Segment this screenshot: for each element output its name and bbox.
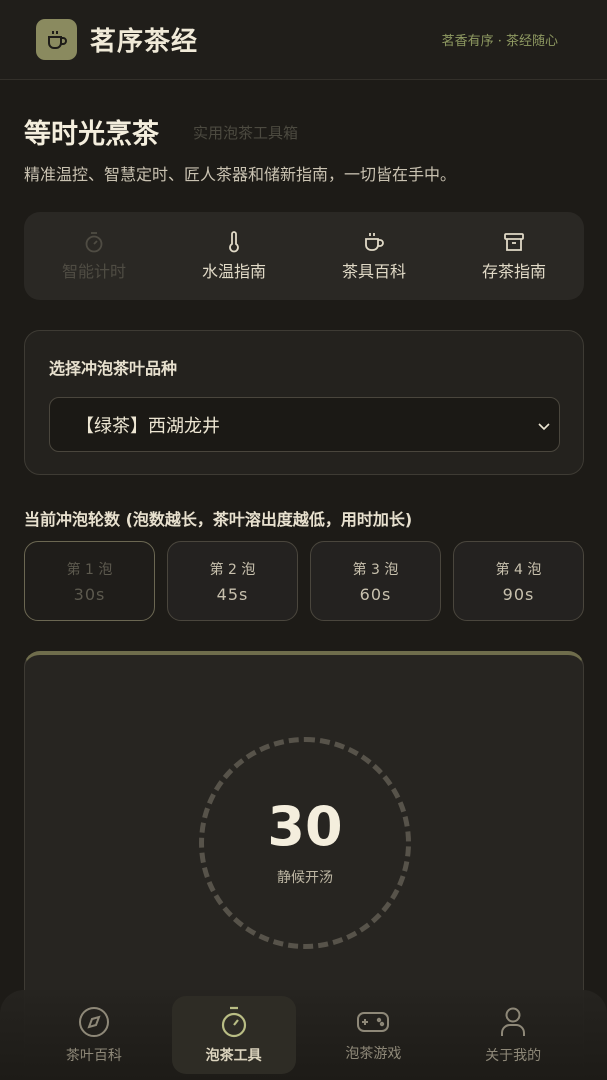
tab-smart-timer[interactable]: 智能计时 bbox=[24, 212, 164, 300]
tea-cup-icon bbox=[36, 19, 77, 60]
gamepad-icon bbox=[357, 1012, 390, 1032]
page-title: 等时光烹茶 bbox=[24, 119, 159, 150]
round-name: 第 2 泡 bbox=[209, 561, 256, 578]
brew-rounds: 第 1 泡 30s 第 2 泡 45s 第 3 泡 60s 第 4 泡 90s bbox=[24, 541, 584, 621]
tab-label: 茶具百科 bbox=[341, 261, 406, 281]
round-time: 90s bbox=[502, 584, 535, 604]
page-subtitle: 实用泡茶工具箱 bbox=[193, 124, 299, 142]
timer-status: 静候开汤 bbox=[277, 870, 333, 886]
nav-label: 泡茶工具 bbox=[205, 1048, 262, 1064]
app-header: 茗序茶经 茗香有序 · 茶经随心 bbox=[0, 0, 607, 80]
tab-water-temp[interactable]: 水温指南 bbox=[164, 212, 304, 300]
nav-label: 泡茶游戏 bbox=[345, 1046, 402, 1062]
tea-select-label: 选择冲泡茶叶品种 bbox=[49, 359, 178, 378]
tab-tea-storage[interactable]: 存茶指南 bbox=[444, 212, 584, 300]
nav-item-tea-encyclopedia[interactable]: 茶叶百科 bbox=[32, 996, 156, 1074]
nav-label: 关于我的 bbox=[485, 1048, 542, 1064]
compass-icon bbox=[78, 1007, 109, 1037]
tab-teaware[interactable]: 茶具百科 bbox=[304, 212, 444, 300]
chevron-down-icon bbox=[538, 423, 550, 431]
round-time: 60s bbox=[359, 584, 392, 604]
tab-label: 存茶指南 bbox=[481, 261, 546, 281]
tea-select-card: 选择冲泡茶叶品种 【绿茶】西湖龙井 bbox=[24, 330, 584, 475]
round-button-3[interactable]: 第 3 泡 60s bbox=[310, 541, 441, 621]
round-button-4[interactable]: 第 4 泡 90s bbox=[453, 541, 584, 621]
round-time: 45s bbox=[216, 584, 249, 604]
tea-variety-value: 【绿茶】西湖龙井 bbox=[76, 415, 220, 437]
nav-item-brew-tools[interactable]: 泡茶工具 bbox=[171, 996, 296, 1074]
tool-tabs: 智能计时 水温指南 茶具百科 存茶指南 bbox=[24, 212, 584, 300]
round-name: 第 4 泡 bbox=[495, 561, 542, 578]
stopwatch-icon bbox=[85, 231, 103, 252]
app-slogan: 茗香有序 · 茶经随心 bbox=[441, 34, 558, 49]
thermometer-icon bbox=[229, 230, 239, 252]
page-description: 精准温控、智慧定时、匠人茶器和储新指南，一切皆在手中。 bbox=[24, 165, 457, 184]
tab-label: 智能计时 bbox=[61, 261, 126, 281]
nav-item-about-me[interactable]: 关于我的 bbox=[451, 996, 575, 1074]
tab-label: 水温指南 bbox=[201, 261, 266, 281]
timer-countdown: 30 bbox=[267, 795, 343, 858]
user-icon bbox=[501, 1007, 526, 1036]
round-name: 第 3 泡 bbox=[352, 561, 399, 578]
round-button-1[interactable]: 第 1 泡 30s bbox=[24, 541, 155, 621]
round-name: 第 1 泡 bbox=[66, 561, 113, 578]
cup-icon bbox=[365, 232, 384, 251]
bottom-nav: 茶叶百科 泡茶工具 泡茶游戏 关于我的 bbox=[0, 990, 607, 1080]
round-time: 30s bbox=[73, 584, 106, 604]
tea-variety-select[interactable]: 【绿茶】西湖龙井 bbox=[49, 397, 560, 452]
round-button-2[interactable]: 第 2 泡 45s bbox=[167, 541, 298, 621]
nav-item-brew-games[interactable]: 泡茶游戏 bbox=[312, 996, 436, 1074]
archive-box-icon bbox=[504, 232, 524, 251]
rounds-label: 当前冲泡轮数 (泡数越长，茶叶溶出度越低，用时加长) bbox=[24, 510, 413, 529]
app-title: 茗序茶经 bbox=[90, 27, 199, 57]
stopwatch-icon bbox=[221, 1006, 246, 1038]
nav-label: 茶叶百科 bbox=[65, 1048, 122, 1064]
